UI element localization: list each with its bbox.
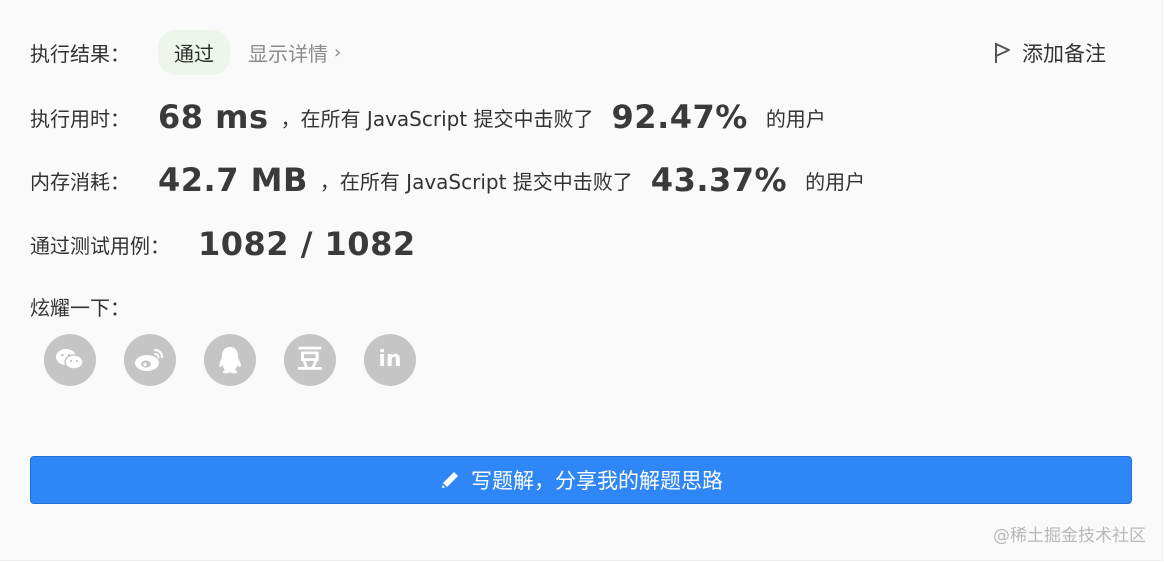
tests-row: 通过测试用例： 1082 / 1082 xyxy=(30,225,416,263)
result-label: 执行结果： xyxy=(30,42,130,66)
linkedin-glyph: in xyxy=(378,347,402,372)
result-row: 执行结果： 通过 显示详情 › xyxy=(30,30,341,75)
show-details-link[interactable]: 显示详情 › xyxy=(248,38,341,67)
memory-row: 内存消耗： 42.7 MB ，在所有 JavaScript 提交中击败了 43.… xyxy=(30,161,865,199)
tests-value: 1082 / 1082 xyxy=(198,225,416,263)
share-row: 炫耀一下： xyxy=(30,292,130,321)
flag-icon xyxy=(995,43,1010,63)
show-details-label: 显示详情 xyxy=(248,42,328,66)
memory-beat-text: ，在所有 JavaScript 提交中击败了 xyxy=(319,169,633,194)
memory-suffix: 的用户 xyxy=(805,169,866,194)
write-solution-label: 写题解，分享我的解题思路 xyxy=(471,469,723,493)
memory-value: 42.7 MB xyxy=(158,161,308,199)
qq-icon[interactable] xyxy=(204,334,256,386)
tests-label: 通过测试用例： xyxy=(30,233,170,258)
runtime-value: 68 ms xyxy=(158,98,269,136)
wechat-icon[interactable] xyxy=(44,334,96,386)
add-note-button[interactable]: 添加备注 xyxy=(994,38,1106,68)
share-label: 炫耀一下： xyxy=(30,296,130,320)
douban-glyph: 豆 xyxy=(296,345,323,375)
runtime-suffix: 的用户 xyxy=(765,106,826,131)
runtime-label: 执行用时： xyxy=(30,106,130,131)
pencil-icon xyxy=(442,472,458,488)
douban-icon[interactable]: 豆 xyxy=(284,334,336,386)
memory-label: 内存消耗： xyxy=(30,169,130,194)
chevron-right-icon: › xyxy=(334,42,342,63)
runtime-row: 执行用时： 68 ms ，在所有 JavaScript 提交中击败了 92.47… xyxy=(30,98,826,136)
share-icons: 豆 in xyxy=(44,334,444,386)
linkedin-icon[interactable]: in xyxy=(364,334,416,386)
write-solution-button[interactable]: 写题解，分享我的解题思路 xyxy=(30,456,1132,504)
memory-percent: 43.37% xyxy=(650,161,788,199)
runtime-percent: 92.47% xyxy=(611,98,748,136)
status-badge: 通过 xyxy=(158,30,230,75)
runtime-beat-text: ，在所有 JavaScript 提交中击败了 xyxy=(280,106,594,131)
submission-result-card: 执行结果： 通过 显示详情 › 添加备注 执行用时： 68 ms ，在所有 Ja… xyxy=(0,0,1163,561)
weibo-icon[interactable] xyxy=(124,334,176,386)
add-note-label: 添加备注 xyxy=(1022,42,1106,66)
watermark: @稀土掘金技术社区 xyxy=(993,526,1146,546)
